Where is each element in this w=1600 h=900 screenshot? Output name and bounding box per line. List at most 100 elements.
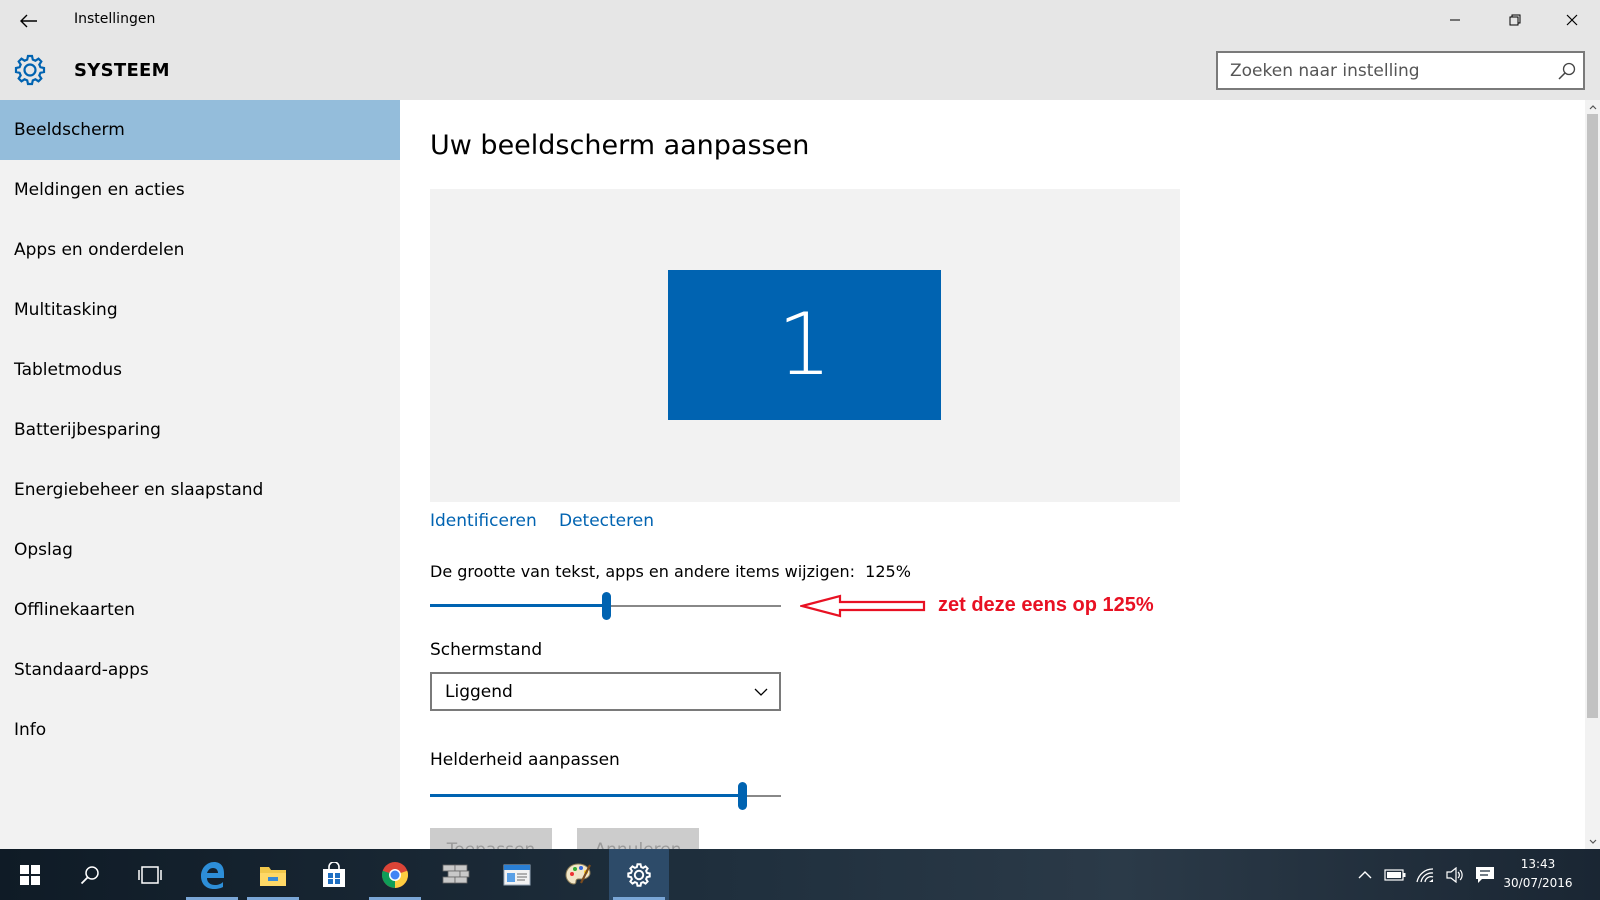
- taskbar-chrome[interactable]: [365, 849, 425, 900]
- scale-slider[interactable]: [430, 592, 781, 622]
- search-icon[interactable]: [1557, 61, 1577, 81]
- battery-icon: [1384, 868, 1406, 881]
- brightness-label: Helderheid aanpassen: [430, 750, 620, 770]
- sidebar-item-label: Offlinekaarten: [14, 600, 136, 620]
- annotation-arrow-icon: [800, 594, 926, 618]
- taskbar-store[interactable]: [304, 849, 364, 900]
- wifi-icon: [1416, 867, 1434, 882]
- cancel-button[interactable]: Annuleren: [577, 828, 699, 849]
- mail-app-icon: [503, 864, 531, 885]
- orientation-label: Schermstand: [430, 640, 543, 660]
- taskbar-settings[interactable]: [609, 849, 669, 900]
- search-box[interactable]: [1216, 51, 1585, 90]
- sidebar-item-apps[interactable]: Apps en onderdelen: [0, 220, 400, 280]
- taskbar-firewall[interactable]: [426, 849, 486, 900]
- back-arrow-icon: [20, 14, 37, 28]
- sidebar-item-offlinekaarten[interactable]: Offlinekaarten: [0, 580, 400, 640]
- gear-icon: [627, 862, 651, 887]
- slider-fill: [430, 794, 742, 797]
- scroll-thumb[interactable]: [1587, 114, 1598, 718]
- slider-thumb[interactable]: [738, 782, 747, 810]
- sidebar-item-label: Beeldscherm: [14, 120, 125, 140]
- sidebar-item-standaard-apps[interactable]: Standaard-apps: [0, 640, 400, 700]
- search-input[interactable]: [1218, 60, 1538, 81]
- display-arrangement-panel: 1: [430, 189, 1180, 502]
- minimize-button[interactable]: [1432, 6, 1478, 34]
- taskbar-outlook[interactable]: [487, 849, 547, 900]
- slider-fill: [430, 604, 606, 607]
- edge-icon: [201, 861, 224, 889]
- gear-icon: [14, 54, 46, 86]
- close-button[interactable]: [1549, 6, 1595, 34]
- orientation-value: Liggend: [445, 681, 513, 702]
- title-bar: Instellingen SYSTEEM: [0, 0, 1600, 100]
- windows-logo-icon: [20, 864, 40, 885]
- chrome-icon: [382, 861, 408, 888]
- sidebar-item-energiebeheer[interactable]: Energiebeheer en slaapstand: [0, 460, 400, 520]
- sidebar-item-label: Tabletmodus: [14, 360, 123, 380]
- sidebar-item-label: Info: [14, 720, 47, 740]
- identify-link[interactable]: Identificeren: [430, 511, 537, 531]
- tray-battery[interactable]: [1382, 849, 1408, 900]
- speaker-icon: [1446, 866, 1463, 883]
- folder-icon: [260, 866, 286, 886]
- sidebar-item-label: Apps en onderdelen: [14, 240, 185, 260]
- sidebar-item-label: Standaard-apps: [14, 660, 149, 680]
- sidebar: Beeldscherm Meldingen en acties Apps en …: [0, 100, 400, 849]
- sidebar-item-label: Opslag: [14, 540, 73, 560]
- sidebar-item-label: Batterijbesparing: [14, 420, 161, 440]
- scale-label: De grootte van tekst, apps en andere ite…: [430, 562, 911, 581]
- taskbar: [0, 849, 1600, 900]
- taskbar-file-explorer[interactable]: [243, 849, 303, 900]
- sidebar-item-meldingen[interactable]: Meldingen en acties: [0, 160, 400, 220]
- scroll-down-button[interactable]: [1585, 835, 1600, 849]
- clock-time: 13:43: [1520, 857, 1556, 871]
- brick-wall-icon: [442, 864, 470, 883]
- back-button[interactable]: [16, 8, 42, 34]
- scroll-up-button[interactable]: [1585, 100, 1600, 114]
- sidebar-item-info[interactable]: Info: [0, 700, 400, 760]
- main-content: Uw beeldscherm aanpassen 1 Identificeren…: [400, 100, 1585, 849]
- paint-palette-icon: [565, 862, 591, 885]
- tray-volume[interactable]: [1442, 849, 1468, 900]
- chevron-down-icon: [754, 688, 768, 696]
- search-taskbar-button[interactable]: [60, 849, 120, 900]
- app-title: Instellingen: [74, 11, 156, 27]
- page-title: Uw beeldscherm aanpassen: [430, 130, 810, 161]
- detect-link[interactable]: Detecteren: [559, 511, 654, 531]
- close-icon: [1566, 14, 1578, 26]
- task-view-button[interactable]: [120, 849, 180, 900]
- taskbar-clock[interactable]: 13:43 30/07/2016: [1498, 855, 1578, 893]
- sidebar-item-opslag[interactable]: Opslag: [0, 520, 400, 580]
- scrollbar[interactable]: [1585, 100, 1600, 849]
- sidebar-item-tabletmodus[interactable]: Tabletmodus: [0, 340, 400, 400]
- orientation-dropdown[interactable]: Liggend: [430, 672, 781, 711]
- taskbar-edge[interactable]: [182, 849, 242, 900]
- sidebar-item-multitasking[interactable]: Multitasking: [0, 280, 400, 340]
- sidebar-item-beeldscherm[interactable]: Beeldscherm: [0, 100, 400, 160]
- apply-button[interactable]: Toepassen: [430, 828, 552, 849]
- monitor-1-tile[interactable]: 1: [668, 270, 941, 420]
- chevron-down-icon: [1589, 839, 1596, 844]
- restore-icon: [1509, 14, 1521, 26]
- tray-action-center[interactable]: [1472, 849, 1498, 900]
- scale-value: 125%: [865, 562, 911, 581]
- section-title: SYSTEEM: [74, 60, 170, 81]
- store-icon: [323, 861, 345, 887]
- tray-overflow-button[interactable]: [1354, 849, 1376, 900]
- chevron-up-icon: [1358, 870, 1372, 878]
- chevron-up-icon: [1589, 105, 1596, 110]
- sidebar-item-label: Multitasking: [14, 300, 118, 320]
- annotation-text: zet deze eens op 125%: [938, 594, 1154, 616]
- clock-date: 30/07/2016: [1503, 876, 1573, 890]
- slider-thumb[interactable]: [602, 592, 611, 620]
- sidebar-item-batterijbesparing[interactable]: Batterijbesparing: [0, 400, 400, 460]
- brightness-slider[interactable]: [430, 782, 781, 812]
- start-button[interactable]: [0, 849, 60, 900]
- taskbar-paint[interactable]: [548, 849, 608, 900]
- restore-button[interactable]: [1492, 6, 1538, 34]
- minimize-icon: [1450, 19, 1460, 21]
- notification-icon: [1476, 866, 1494, 883]
- task-view-icon: [138, 865, 162, 884]
- tray-wifi[interactable]: [1412, 849, 1438, 900]
